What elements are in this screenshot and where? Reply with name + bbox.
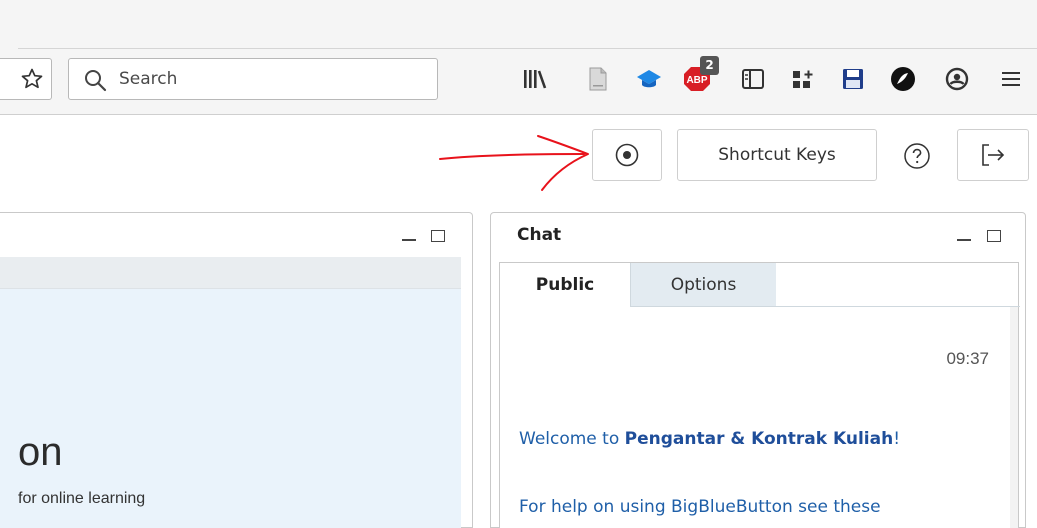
welcome-suffix: ! (893, 429, 901, 449)
chat-minimize-icon[interactable] (957, 239, 971, 241)
logout-icon (982, 144, 1005, 166)
slide-title: on (18, 430, 63, 474)
slide-subtitle: for online learning (18, 490, 146, 507)
help-icon (904, 143, 930, 169)
addon-badge: 2 (700, 56, 719, 75)
chat-message-list[interactable]: 09:37 Welcome to Pengantar & Kontrak Kul… (501, 307, 1017, 528)
star-icon[interactable] (20, 67, 44, 91)
help-message: For help on using BigBlueButton see thes… (519, 497, 881, 517)
chat-maximize-icon[interactable] (987, 230, 1001, 242)
chat-panel: Public Options 09:37 Welcome to Penganta… (499, 262, 1020, 528)
search-bar[interactable] (68, 58, 438, 100)
help-button[interactable] (894, 138, 940, 174)
search-icon (85, 70, 107, 92)
graduation-cap-icon[interactable] (634, 64, 664, 94)
welcome-message: Welcome to Pengantar & Kontrak Kuliah! (519, 429, 900, 449)
extensions-icon[interactable] (788, 64, 818, 94)
presentation-toolbar (0, 257, 461, 289)
sidebar-icon[interactable] (738, 64, 768, 94)
save-icon[interactable] (838, 64, 868, 94)
chat-tabs: Public Options (500, 263, 1020, 307)
presentation-titlebar (0, 213, 472, 257)
chat-scrollbar[interactable] (1010, 307, 1018, 528)
room-name: Pengantar & Kontrak Kuliah (624, 429, 894, 449)
record-button[interactable] (592, 129, 662, 181)
minimize-icon[interactable] (402, 239, 416, 241)
library-icon[interactable] (520, 64, 550, 94)
tab-public[interactable]: Public (500, 263, 630, 307)
record-icon (615, 143, 639, 167)
shortcut-keys-button[interactable]: Shortcut Keys (677, 129, 877, 181)
presentation-window (0, 212, 473, 528)
search-input[interactable] (119, 65, 419, 93)
logout-button[interactable] (957, 129, 1029, 181)
maximize-icon[interactable] (431, 230, 445, 242)
chat-window: Chat Public Options 09:37 Welcome to Pen… (490, 212, 1026, 528)
tab-options[interactable]: Options (630, 263, 776, 307)
stylish-icon[interactable] (888, 64, 918, 94)
welcome-prefix: Welcome to (519, 429, 625, 449)
menu-icon[interactable] (996, 64, 1026, 94)
account-icon[interactable] (942, 64, 972, 94)
annotation-arrow (439, 135, 589, 191)
svg-text:ABP: ABP (686, 75, 707, 86)
tab-strip-divider (18, 48, 1037, 49)
browser-toolbar: ABP 2 (0, 0, 1037, 115)
url-bar[interactable] (0, 58, 52, 100)
message-time: 09:37 (946, 349, 989, 368)
reader-view-icon[interactable] (583, 64, 613, 94)
chat-title: Chat (517, 225, 562, 245)
